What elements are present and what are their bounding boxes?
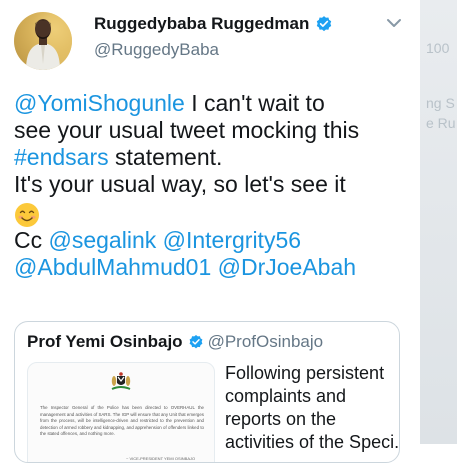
quoted-media-thumbnail[interactable]: The Inspector General of the Police has … [27, 362, 215, 462]
thumbnail-signature: ~ VICE-PRESIDENT YEMI OSINBAJO [126, 456, 196, 461]
mention-link[interactable]: @AbdulMahmud01 [14, 254, 211, 280]
verified-badge-icon [317, 16, 332, 32]
quoted-text-line: reports on the [225, 409, 337, 429]
quoted-tweet-text: Following persistent complaints and repo… [225, 362, 400, 454]
quoted-tweet-card[interactable]: Prof Yemi Osinbajo @ProfOsinbajo The Ins… [14, 321, 400, 463]
tweet-text: see your usual tweet mocking this [14, 117, 360, 143]
nigeria-coat-of-arms-icon [111, 372, 131, 390]
background-ghost-text: e Ru [426, 115, 456, 131]
display-name[interactable]: Ruggedybaba Ruggedman [94, 14, 333, 34]
user-handle[interactable]: @RuggedyBaba [94, 40, 219, 60]
background-ghost-text: 100 [426, 40, 450, 56]
tweet-text: It's your usual way, so let's see it [14, 171, 346, 197]
tweet-line: @AbdulMahmud01 @DrJoeAbah [14, 254, 424, 281]
quoted-text-line: complaints and [225, 386, 347, 406]
tweet-line: @YomiShogunle I can't wait to [14, 90, 424, 117]
tweet-line: Cc @segalink @Intergrity56 [14, 227, 424, 254]
verified-badge-icon [189, 335, 202, 349]
thumbnail-statement-text: The Inspector General of the Police has … [40, 405, 204, 437]
mention-link[interactable]: @DrJoeAbah [218, 254, 356, 280]
mention-link[interactable]: @YomiShogunle [14, 90, 185, 116]
display-name-text[interactable]: Ruggedybaba Ruggedman [94, 14, 309, 34]
tweet-line: It's your usual way, so let's see it [14, 171, 424, 198]
tweet-text: Cc [14, 227, 49, 253]
quoted-display-name: Prof Yemi Osinbajo [27, 332, 183, 351]
tweet-text: I can't wait to [184, 90, 325, 116]
mention-link[interactable]: @segalink [49, 227, 157, 253]
quoted-text-line: Following persistent [225, 363, 385, 383]
background-page: 100 ng S e Ru [420, 0, 457, 444]
quoted-tweet-header: Prof Yemi Osinbajo @ProfOsinbajo [27, 332, 323, 352]
mention-link[interactable]: @Intergrity56 [163, 227, 301, 253]
chevron-down-icon[interactable] [386, 18, 402, 28]
quoted-handle: @ProfOsinbajo [207, 332, 324, 351]
avatar[interactable] [14, 12, 72, 70]
tweet-text: statement. [108, 144, 223, 170]
tweet-body: @YomiShogunle I can't wait to see your u… [14, 90, 424, 281]
hashtag-link[interactable]: #endsars [14, 144, 109, 170]
tweet-line [14, 198, 424, 227]
tweet-line: #endsars statement. [14, 144, 424, 171]
quoted-text-line: activities of the Speci... [225, 432, 400, 452]
background-ghost-text: ng S [426, 95, 455, 111]
smiling-face-emoji-icon [15, 202, 39, 227]
tweet-line: see your usual tweet mocking this [14, 117, 424, 144]
